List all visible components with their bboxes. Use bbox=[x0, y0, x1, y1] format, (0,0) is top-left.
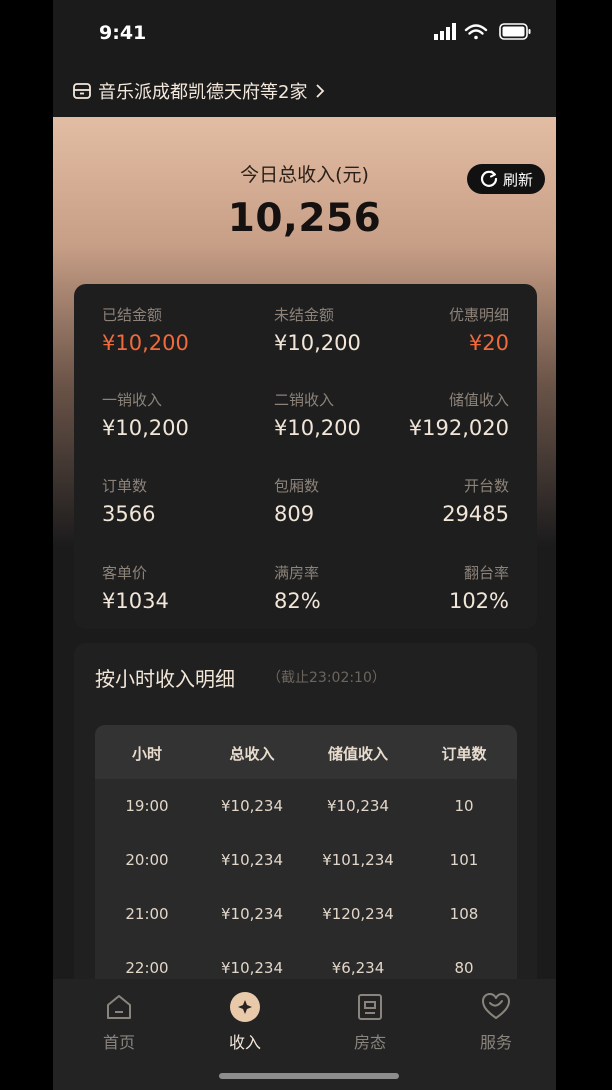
stat-value: 29485 bbox=[442, 502, 509, 526]
stat-label: 开台数 bbox=[463, 477, 509, 495]
tab-service[interactable]: 服务 bbox=[456, 991, 536, 1053]
refresh-label: 刷新 bbox=[502, 170, 533, 189]
home-icon bbox=[107, 995, 131, 1019]
system-icons bbox=[434, 23, 531, 40]
table-cell: ¥10,234 bbox=[326, 797, 390, 815]
stat-discount-detail[interactable]: 优惠明细 ¥20 bbox=[359, 304, 509, 355]
stat-label: 优惠明细 bbox=[448, 306, 509, 324]
stat-avg-per-customer: 客单价 ¥1034 bbox=[102, 562, 252, 613]
table-header: 小时 总收入 储值收入 订单数 bbox=[95, 725, 517, 779]
column-header-order-count: 订单数 bbox=[441, 745, 487, 763]
stat-value: ¥1034 bbox=[102, 589, 169, 613]
battery-icon bbox=[499, 23, 531, 40]
stat-value: ¥192,020 bbox=[408, 416, 509, 440]
stat-value: 3566 bbox=[102, 502, 156, 526]
table-cell: ¥6,234 bbox=[331, 959, 385, 977]
refresh-icon bbox=[480, 170, 498, 187]
stat-opened-tables: 开台数 29485 bbox=[359, 475, 509, 526]
tab-label: 房态 bbox=[353, 1033, 386, 1052]
total-income-value: 10,256 bbox=[227, 196, 382, 241]
table-cell: 10 bbox=[454, 797, 474, 815]
status-time: 9:41 bbox=[99, 22, 147, 44]
stat-turnover-rate: 翻台率 102% bbox=[359, 562, 509, 613]
table-cell: ¥10,234 bbox=[220, 797, 284, 815]
stat-label: 储值收入 bbox=[448, 391, 509, 409]
tab-home[interactable]: 首页 bbox=[79, 991, 159, 1053]
table-cell: ¥120,234 bbox=[322, 905, 394, 923]
stat-label: 订单数 bbox=[102, 477, 148, 495]
stat-value: ¥10,200 bbox=[102, 331, 189, 355]
chevron-right-icon bbox=[316, 84, 325, 98]
wifi-icon bbox=[464, 24, 488, 40]
hourly-cutoff-time: （截止23:02:10） bbox=[267, 670, 386, 686]
store-name: 音乐派成都凯德天府等2家 bbox=[98, 82, 308, 103]
table-cell: ¥10,234 bbox=[220, 905, 284, 923]
store-icon bbox=[73, 83, 91, 99]
table-cell: ¥101,234 bbox=[322, 851, 394, 869]
table-cell: 20:00 bbox=[125, 851, 169, 869]
table-cell: ¥10,234 bbox=[220, 959, 284, 977]
home-indicator bbox=[219, 1073, 399, 1079]
stat-value: 102% bbox=[448, 589, 509, 613]
room-status-icon bbox=[358, 994, 382, 1020]
stat-value: ¥20 bbox=[468, 331, 509, 355]
stat-settled-amount: 已结金额 ¥10,200 bbox=[102, 304, 252, 355]
table-cell: 101 bbox=[449, 851, 479, 869]
table-cell: 22:00 bbox=[125, 959, 169, 977]
column-header-stored-income: 储值收入 bbox=[327, 745, 388, 763]
refresh-button[interactable]: 刷新 bbox=[467, 164, 545, 194]
tab-label: 首页 bbox=[102, 1033, 135, 1052]
stat-label: 客单价 bbox=[102, 564, 148, 582]
stat-first-sale-income: 一销收入 ¥10,200 bbox=[102, 389, 252, 440]
tab-income[interactable]: 收入 bbox=[205, 991, 285, 1053]
tab-label: 收入 bbox=[228, 1033, 261, 1052]
signal-icon bbox=[434, 23, 456, 40]
table-cell: 21:00 bbox=[125, 905, 169, 923]
stat-stored-value-income: 储值收入 ¥192,020 bbox=[359, 389, 509, 440]
store-selector[interactable]: 音乐派成都凯德天府等2家 bbox=[72, 78, 325, 104]
stat-label: 已结金额 bbox=[102, 306, 163, 324]
service-icon bbox=[482, 993, 510, 1019]
stats-card: 已结金额 ¥10,200 未结金额 ¥10,200 优惠明细 ¥20 一销收入 … bbox=[74, 284, 537, 629]
phone-screen: 9:41 音乐派成都凯德天府等2家 今日总收入(元) 10,256 刷新 已结金… bbox=[53, 0, 556, 1090]
hourly-title: 按小时收入明细 bbox=[95, 667, 235, 691]
tab-room-status[interactable]: 房态 bbox=[330, 991, 410, 1053]
stat-label: 一销收入 bbox=[102, 391, 163, 409]
column-header-hour: 小时 bbox=[131, 745, 162, 763]
tab-label: 服务 bbox=[479, 1033, 512, 1052]
table-cell: ¥10,234 bbox=[220, 851, 284, 869]
table-cell: 19:00 bbox=[125, 797, 169, 815]
income-icon bbox=[230, 992, 260, 1022]
table-cell: 80 bbox=[454, 959, 474, 977]
table-cell: 108 bbox=[449, 905, 479, 923]
status-bar: 9:41 bbox=[53, 0, 556, 62]
stat-value: ¥10,200 bbox=[102, 416, 189, 440]
stat-label: 翻台率 bbox=[463, 564, 509, 582]
stat-order-count: 订单数 3566 bbox=[102, 475, 252, 526]
column-header-total-income: 总收入 bbox=[229, 745, 275, 763]
